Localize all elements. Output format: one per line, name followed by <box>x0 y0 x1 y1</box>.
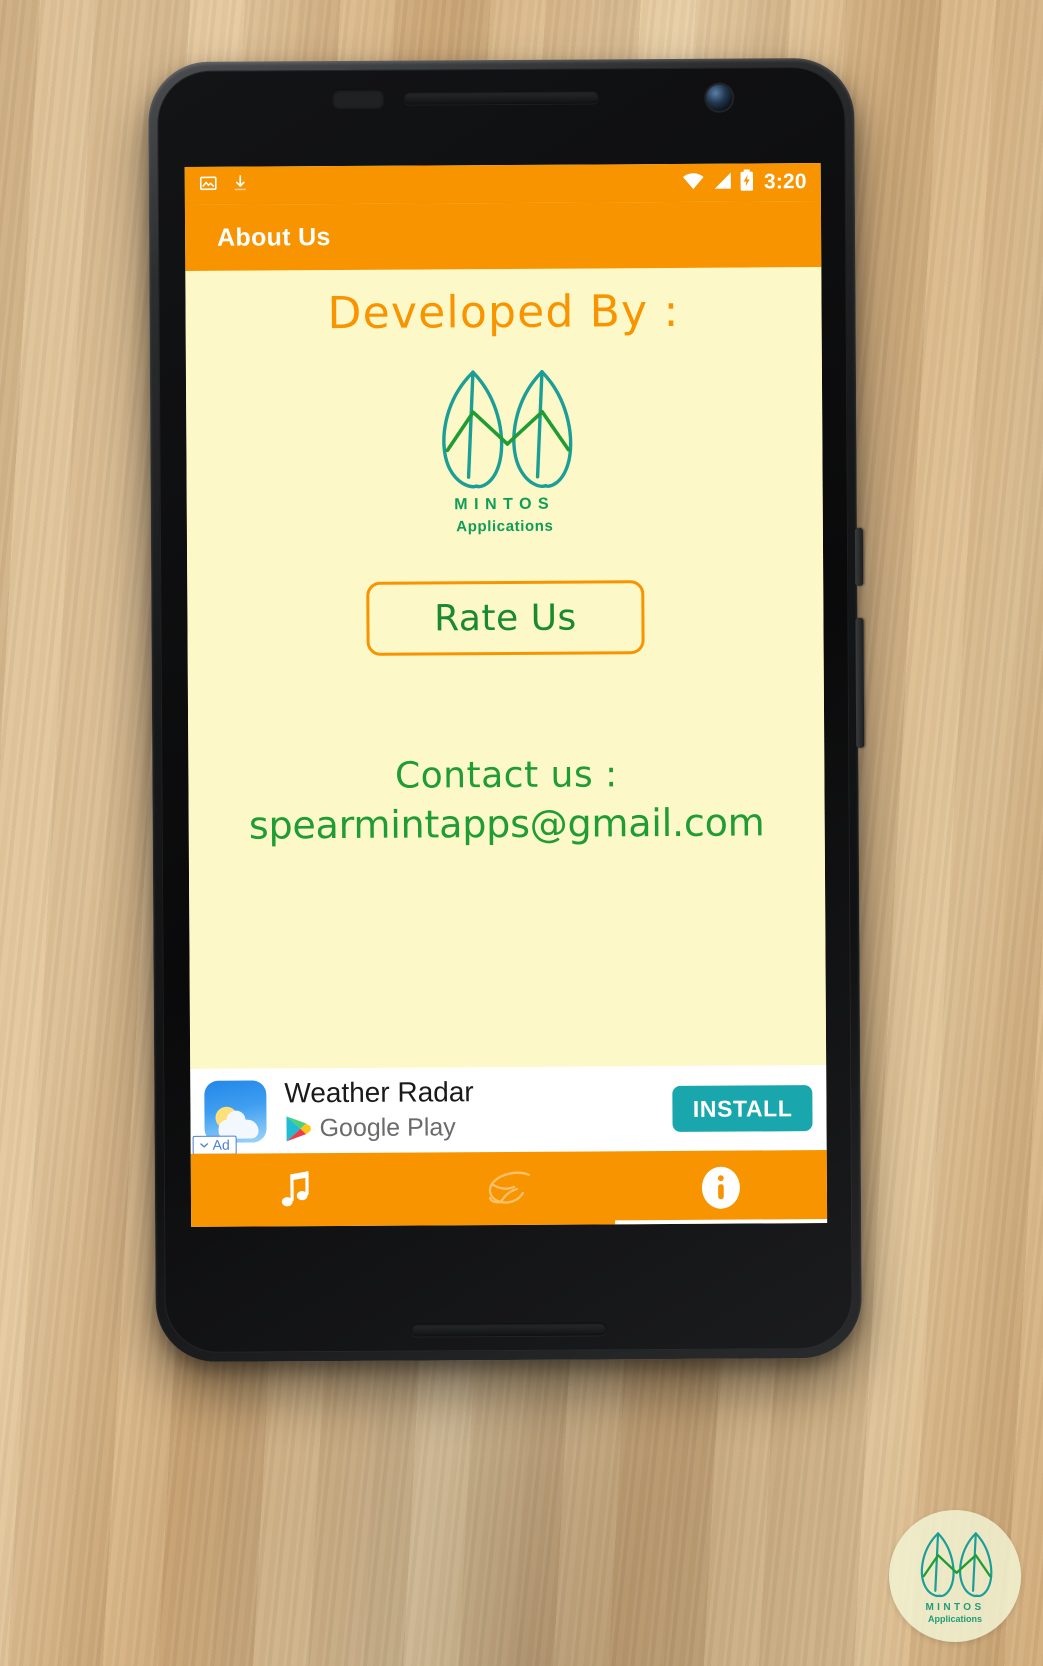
ad-store-name: Google Play <box>319 1113 456 1143</box>
front-camera-icon <box>706 84 733 111</box>
page-title: About Us <box>217 222 331 252</box>
phone-device: 3:20 About Us Developed By : MINTOS Appl… <box>148 57 865 1363</box>
google-play-icon <box>286 1116 311 1142</box>
ad-disclosure-badge[interactable]: Ad <box>192 1135 237 1155</box>
contact-label: Contact us : <box>394 754 618 797</box>
download-icon <box>232 174 249 198</box>
watermark-wordmark: MINTOS <box>925 1601 985 1613</box>
image-icon <box>199 174 218 198</box>
mintos-watermark: MINTOS Applications <box>889 1510 1021 1642</box>
logo-subtitle: Applications <box>456 517 554 536</box>
nav-item-mint[interactable] <box>403 1151 615 1225</box>
earpiece-speaker-grille <box>403 90 600 105</box>
ad-title: Weather Radar <box>284 1076 474 1109</box>
mintos-leaf-mark-icon <box>442 370 573 489</box>
info-circle-icon <box>701 1166 740 1209</box>
phone-screen: 3:20 About Us Developed By : MINTOS Appl… <box>184 163 828 1227</box>
status-system-icons: 3:20 <box>682 168 807 197</box>
bottom-speaker-grille <box>410 1322 607 1337</box>
ad-banner[interactable]: Weather Radar Google Play INSTALL Ad <box>190 1065 827 1155</box>
chevron-down-icon <box>200 1142 209 1148</box>
status-clock: 3:20 <box>763 170 807 194</box>
logo-wordmark: MINTOS <box>454 495 556 514</box>
status-bar: 3:20 <box>184 163 821 205</box>
power-button[interactable] <box>854 527 864 586</box>
music-note-icon <box>281 1170 309 1206</box>
nav-item-music[interactable] <box>191 1153 403 1227</box>
watermark-subtitle: Applications <box>927 1613 982 1624</box>
ad-badge-label: Ad <box>212 1136 230 1153</box>
contact-block: Contact us : spearmintapps@gmail.com <box>188 753 825 848</box>
ad-text-block: Weather Radar Google Play <box>284 1076 673 1143</box>
contact-email[interactable]: spearmintapps@gmail.com <box>189 800 825 848</box>
ad-store-row: Google Play <box>284 1112 673 1143</box>
earpiece-sensor <box>332 88 385 110</box>
app-bar: About Us <box>184 201 822 271</box>
nav-item-info[interactable] <box>615 1150 827 1224</box>
developed-by-heading: Developed By : <box>327 285 680 340</box>
signal-icon <box>712 171 733 195</box>
wifi-icon <box>682 171 705 195</box>
bottom-navigation-bar <box>190 1150 828 1227</box>
mint-leaf-icon <box>488 1171 530 1204</box>
watermark-leaf-mark-icon <box>920 1531 993 1597</box>
ad-app-icon <box>204 1079 267 1143</box>
mintos-logo: MINTOS Applications <box>186 362 823 537</box>
about-content: Developed By : MINTOS Applications Rate … <box>185 267 827 1069</box>
rate-us-button[interactable]: Rate Us <box>366 580 645 656</box>
battery-charging-icon <box>740 168 754 196</box>
volume-button[interactable] <box>855 617 865 748</box>
ad-install-button[interactable]: INSTALL <box>672 1084 813 1132</box>
status-notification-icons <box>199 174 249 198</box>
